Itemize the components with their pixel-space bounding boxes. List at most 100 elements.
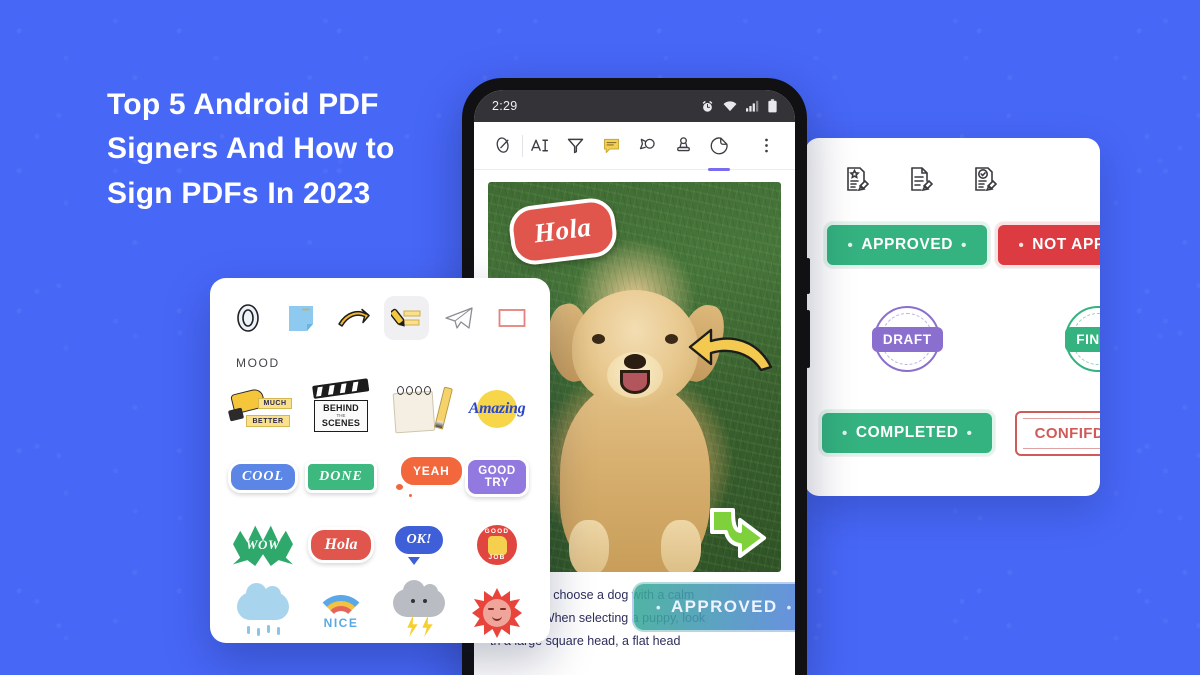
- clapper-board: BEHIND THE SCENES: [314, 400, 368, 432]
- document-lines-stamp-icon[interactable]: [905, 164, 937, 196]
- sticker-cell: Hola: [306, 514, 376, 576]
- stamp-cell: CONFIFDENTIAL: [995, 400, 1100, 466]
- cloud-eye-right: [423, 599, 427, 603]
- sun-eye-right: [500, 608, 506, 610]
- yeah-dot-small: [407, 492, 414, 499]
- storm-cloud-sticker[interactable]: [393, 580, 445, 637]
- sticker-cell: MUCH BETTER: [227, 378, 298, 440]
- thumbs-up-icon: [487, 535, 507, 555]
- yellow-arrow-sticker[interactable]: [687, 327, 773, 373]
- cloud-shape: [393, 580, 445, 617]
- sticker-cell: GOOD TRY: [462, 446, 532, 508]
- sticker-cell: BEHIND THE SCENES: [306, 378, 376, 440]
- sticker-cell: [228, 582, 298, 643]
- paper-plane-icon[interactable]: [437, 296, 482, 340]
- zero-oval-icon[interactable]: [226, 296, 271, 340]
- yeah-label: YEAH: [398, 454, 465, 488]
- highlighter-sticker-icon[interactable]: [384, 296, 429, 340]
- wifi-icon: [723, 100, 737, 112]
- notepad-ring: [406, 386, 413, 395]
- yeah-sticker[interactable]: YEAH: [390, 454, 465, 500]
- rain-cloud-sticker[interactable]: [237, 583, 289, 636]
- status-bar-icons: [701, 99, 777, 113]
- sun-eye-left: [488, 608, 494, 610]
- sticker-cell: YEAH: [384, 446, 465, 508]
- dog-paw-right: [660, 520, 701, 572]
- hola-sticker-grid[interactable]: Hola: [307, 527, 375, 563]
- document-star-stamp-icon[interactable]: [841, 164, 873, 196]
- cool-sticker[interactable]: COOL: [227, 461, 299, 493]
- stamp-dot-right: •: [966, 424, 973, 442]
- sticker-panel: MOOD MUCH BETTER BEHIND THE SCENES Amazi…: [210, 278, 550, 643]
- sun-face: [483, 599, 511, 627]
- confidential-stamp-label: CONFIFDENTIAL: [1034, 424, 1100, 442]
- sticker-cell: GOOD JOB: [462, 514, 532, 576]
- approved-stamp[interactable]: • APPROVED •: [824, 222, 990, 268]
- document-check-stamp-icon[interactable]: [969, 164, 1001, 196]
- comment-icon[interactable]: [594, 126, 628, 166]
- sticker-cell: NICE: [306, 582, 376, 643]
- sticker-cell: OK!: [384, 514, 454, 576]
- sticker-icon[interactable]: [702, 126, 736, 171]
- wow-label: WOW: [245, 537, 281, 552]
- sticker-cell: [462, 582, 532, 643]
- dog-mouth: [619, 370, 650, 394]
- rectangle-icon[interactable]: [489, 296, 534, 340]
- ok-sticker[interactable]: OK!: [392, 523, 446, 567]
- sun-sticker[interactable]: [472, 588, 522, 638]
- much-label: MUCH: [258, 398, 292, 409]
- alarm-icon: [701, 100, 714, 113]
- amazing-sticker[interactable]: Amazing: [466, 388, 528, 430]
- sun-mouth: [492, 616, 502, 621]
- lightning-bolt: [407, 615, 418, 637]
- stamp-cell: • APPROVED •: [819, 212, 995, 278]
- dog-eye-left: [591, 334, 605, 344]
- stamp-icon[interactable]: [666, 126, 700, 166]
- green-arrow-sticker[interactable]: [707, 498, 769, 558]
- status-bar: 2:29: [474, 90, 795, 122]
- notepad-ring: [397, 386, 404, 395]
- final-stamp[interactable]: FINAL: [1064, 306, 1100, 372]
- sticky-note-icon[interactable]: [279, 296, 324, 340]
- pencil: [434, 386, 453, 430]
- sticker-cell: [384, 378, 454, 440]
- good-try-sticker[interactable]: GOOD TRY: [465, 456, 529, 498]
- overlay-dot-left: •: [656, 599, 662, 615]
- approved-overlay-label: APPROVED: [670, 597, 778, 616]
- sticker-cell: Amazing: [462, 378, 532, 440]
- clapper-bar: [312, 378, 370, 399]
- cloud-shape-icon[interactable]: [630, 126, 664, 166]
- much-better-sticker[interactable]: MUCH BETTER: [227, 387, 294, 431]
- completed-stamp[interactable]: • COMPLETED •: [819, 410, 996, 456]
- draft-stamp[interactable]: DRAFT: [871, 306, 943, 372]
- done-sticker[interactable]: DONE: [305, 461, 377, 493]
- signature-icon[interactable]: [486, 126, 523, 166]
- highlighter-icon[interactable]: [558, 126, 592, 166]
- battery-icon: [768, 99, 777, 113]
- notepad-pencil-sticker[interactable]: [392, 385, 453, 434]
- page-title: Top 5 Android PDF Signers And How to Sig…: [107, 88, 395, 210]
- draft-stamp-label: DRAFT: [871, 326, 943, 352]
- ok-label: OK!: [392, 523, 446, 557]
- rain-drop: [267, 625, 270, 633]
- stamp-cell: DRAFT: [819, 306, 995, 372]
- not-approved-stamp[interactable]: • NOT APPROVED •: [995, 222, 1100, 268]
- behind-the-scenes-sticker[interactable]: BEHIND THE SCENES: [312, 378, 370, 432]
- text-a-icon[interactable]: [522, 126, 556, 166]
- curved-arrow-icon[interactable]: [331, 296, 376, 340]
- rainbow-nice-sticker[interactable]: NICE: [312, 591, 370, 635]
- sticker-grid: MUCH BETTER BEHIND THE SCENES Amazing CO…: [210, 374, 550, 643]
- rain-drop: [257, 628, 260, 636]
- more-vertical-icon[interactable]: [749, 126, 783, 166]
- sticker-cell: WOW: [228, 514, 298, 576]
- scenes-label: SCENES: [321, 418, 361, 429]
- good-job-sticker[interactable]: GOOD JOB: [474, 522, 520, 568]
- stamp-dot-right: •: [961, 236, 967, 254]
- notepad-ring: [424, 386, 431, 395]
- approved-stamp-overlay[interactable]: • APPROVED •: [632, 582, 795, 632]
- amazing-label: Amazing: [468, 400, 526, 417]
- final-stamp-label: FINAL: [1065, 326, 1100, 352]
- wow-sticker[interactable]: WOW: [233, 524, 293, 566]
- notepad-paper: [392, 390, 436, 434]
- confidential-stamp[interactable]: CONFIFDENTIAL: [1014, 410, 1100, 456]
